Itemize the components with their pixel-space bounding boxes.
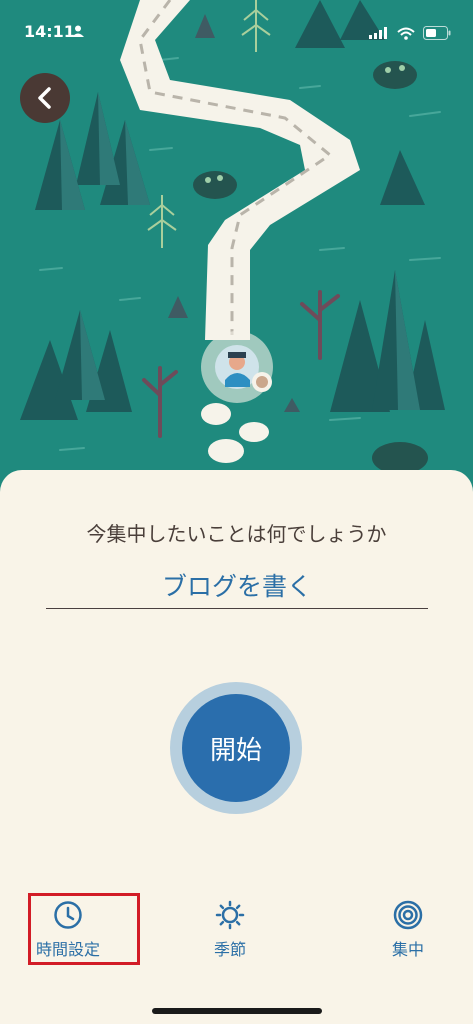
task-sheet: 今集中したいことは何でしょうか 開始 時間設定 xyxy=(0,470,473,1024)
tab-season[interactable]: 季節 xyxy=(214,900,246,960)
forest-map xyxy=(0,0,473,500)
tab-time-settings-label: 時間設定 xyxy=(36,940,101,959)
bottom-tab-bar: 時間設定 季節 集中 xyxy=(0,900,473,980)
signal-icon xyxy=(369,27,387,39)
chevron-left-icon xyxy=(38,87,51,109)
home-indicator xyxy=(152,1008,322,1014)
clock-icon xyxy=(54,901,82,929)
start-button[interactable]: 開始 xyxy=(182,694,290,802)
tab-focus-label: 集中 xyxy=(392,940,425,959)
person-icon xyxy=(72,25,84,37)
tab-time-settings[interactable]: 時間設定 xyxy=(36,900,100,960)
task-input[interactable] xyxy=(46,562,428,609)
task-question: 今集中したいことは何でしょうか xyxy=(86,522,387,546)
tab-focus[interactable]: 集中 xyxy=(392,900,424,960)
status-bar: 14:11 xyxy=(0,0,473,64)
sun-icon xyxy=(215,900,245,930)
wifi-icon xyxy=(397,27,415,40)
tab-season-label: 季節 xyxy=(214,940,247,959)
battery-icon xyxy=(423,26,451,40)
forest-map-illustration xyxy=(0,0,473,500)
back-button[interactable] xyxy=(20,73,70,123)
focus-target-icon xyxy=(393,900,423,930)
status-time: 14:11 xyxy=(24,22,75,41)
status-indicators xyxy=(369,26,451,40)
